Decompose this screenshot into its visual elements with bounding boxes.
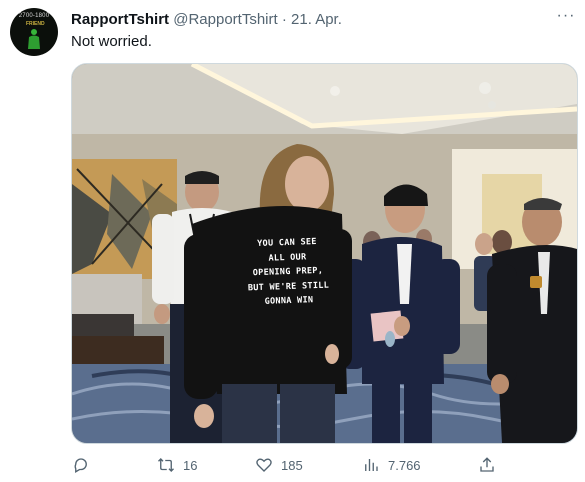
views-count: 7.766 [388,457,421,473]
views-button[interactable]: 7.766 [362,454,421,476]
like-button[interactable]: 185 [255,454,303,476]
views-icon [365,459,378,471]
display-name[interactable]: RapportTshirt [71,11,169,28]
reply-button[interactable] [72,454,90,476]
shirt-text: YOU CAN SEE ALL OUR OPENING PREP, BUT WE… [227,234,349,311]
share-button[interactable] [478,454,496,476]
tweet-date[interactable]: 21. Apr. [291,11,342,28]
share-icon [480,457,494,472]
tweet-text: Not worried. [71,33,152,50]
tweet-photo[interactable]: YOU CAN SEE ALL OUR OPENING PREP, BUT WE… [71,63,578,444]
avatar-badge-text: FRIEND [26,21,45,27]
avatar[interactable]: 2700-1800 FRIEND [10,8,58,56]
retweet-button[interactable]: 16 [157,454,197,476]
retweet-icon [158,458,174,472]
avatar-top-text: 2700-1800 [18,13,50,19]
like-count: 185 [281,457,303,473]
handle[interactable]: @RapportTshirt [173,11,277,28]
header-separator: · [277,11,292,28]
heart-icon [256,458,272,472]
avatar-figure-icon [28,29,40,49]
retweet-count: 16 [183,457,198,473]
tweet-actions: 16 185 7.766 [0,454,585,478]
reply-icon [74,458,87,473]
more-options-button[interactable]: ··· [556,8,576,26]
tweet-header: RapportTshirt @RapportTshirt · 21. Apr. [71,11,342,28]
